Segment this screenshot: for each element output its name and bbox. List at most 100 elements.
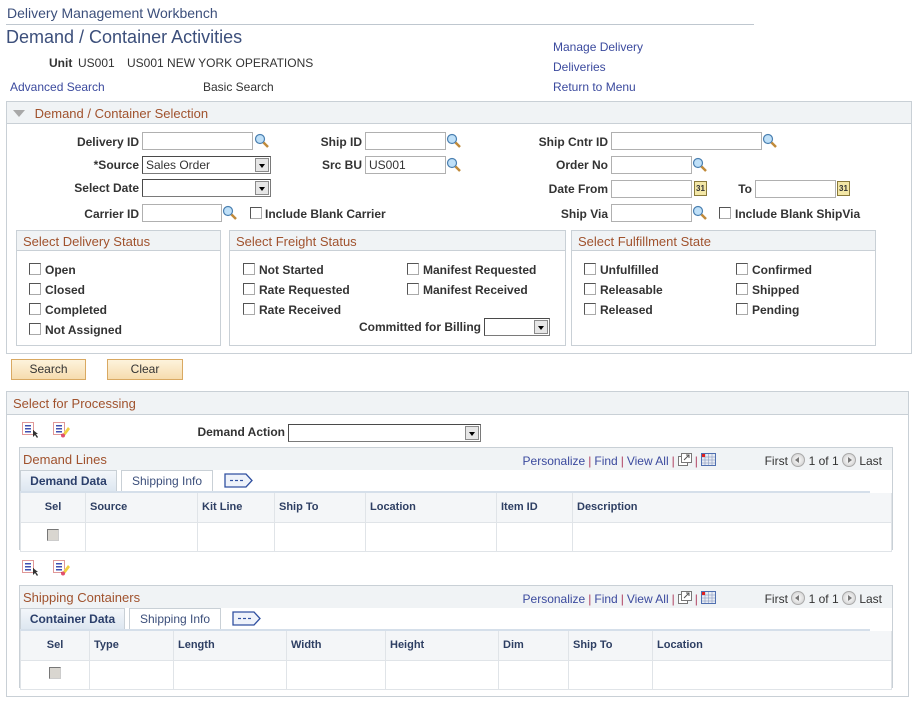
view-all-link[interactable]: View All bbox=[627, 592, 669, 606]
fulfillment-pending-checkbox[interactable] bbox=[736, 303, 748, 315]
row-select-checkbox[interactable] bbox=[47, 529, 59, 541]
kit-line-cell bbox=[197, 521, 275, 552]
download-excel-icon[interactable] bbox=[700, 453, 716, 466]
previous-row-icon[interactable] bbox=[791, 453, 806, 467]
ship-cntr-id-input[interactable] bbox=[611, 132, 762, 150]
item-id-cell bbox=[496, 521, 573, 552]
location-cell bbox=[365, 521, 497, 552]
next-row-icon[interactable] bbox=[841, 591, 856, 605]
deselect-all-icon[interactable] bbox=[53, 422, 71, 438]
shipping-containers-title-text: Shipping Containers bbox=[23, 590, 141, 605]
ship-id-lookup-icon[interactable] bbox=[446, 133, 462, 149]
demand-lines-table: Sel Source Kit Line Ship To Location Ite… bbox=[20, 493, 892, 552]
find-link[interactable]: Find bbox=[594, 592, 617, 606]
order-no-lookup-icon[interactable] bbox=[692, 157, 708, 173]
first-label: First bbox=[764, 454, 788, 468]
type-cell bbox=[89, 659, 174, 690]
ship-via-input[interactable] bbox=[611, 204, 692, 222]
committed-for-billing-label: Committed for Billing bbox=[359, 320, 481, 334]
freight-not-started-checkbox[interactable] bbox=[243, 263, 255, 275]
include-blank-carrier-label: Include Blank Carrier bbox=[265, 207, 386, 221]
select-date-select[interactable] bbox=[142, 179, 271, 197]
selection-title: Demand / Container Selection bbox=[34, 106, 209, 121]
ship-cntr-id-lookup-icon[interactable] bbox=[762, 133, 778, 149]
date-from-input[interactable] bbox=[611, 180, 692, 198]
src-bu-input[interactable]: US001 bbox=[365, 156, 446, 174]
deselect-all-icon[interactable] bbox=[53, 560, 71, 576]
status-closed-checkbox[interactable] bbox=[29, 283, 41, 295]
find-link[interactable]: Find bbox=[594, 454, 617, 468]
selection-header[interactable]: Demand / Container Selection bbox=[7, 102, 911, 124]
personalize-link[interactable]: Personalize bbox=[523, 592, 586, 606]
delivery-id-input[interactable] bbox=[142, 132, 253, 150]
status-open-checkbox[interactable] bbox=[29, 263, 41, 275]
return-to-menu-link[interactable]: Return to Menu bbox=[553, 80, 636, 94]
tab-shipping-info[interactable]: Shipping Info bbox=[129, 608, 221, 630]
fulfillment-releasable-checkbox[interactable] bbox=[584, 283, 596, 295]
carrier-id-input[interactable] bbox=[142, 204, 222, 222]
status-completed-checkbox[interactable] bbox=[29, 303, 41, 315]
include-blank-carrier-checkbox[interactable] bbox=[250, 207, 262, 219]
committed-for-billing-select[interactable] bbox=[484, 318, 550, 336]
demand-lines-title-text: Demand Lines bbox=[23, 452, 107, 467]
fulfillment-released-checkbox[interactable] bbox=[584, 303, 596, 315]
select-all-icon[interactable] bbox=[22, 560, 40, 576]
source-select[interactable]: Sales Order bbox=[142, 156, 271, 174]
order-no-label: Order No bbox=[555, 158, 608, 172]
fulfillment-unfulfilled-checkbox[interactable] bbox=[584, 263, 596, 275]
select-all-icon[interactable] bbox=[22, 422, 40, 438]
fulfillment-shipped-checkbox[interactable] bbox=[736, 283, 748, 295]
order-no-input[interactable] bbox=[611, 156, 692, 174]
deliveries-link[interactable]: Deliveries bbox=[553, 60, 606, 74]
previous-row-icon[interactable] bbox=[791, 591, 806, 605]
column-header-source: Source bbox=[85, 493, 198, 523]
breadcrumb-title: Delivery Management Workbench bbox=[7, 5, 218, 21]
fulfillment-confirmed-checkbox[interactable] bbox=[736, 263, 748, 275]
column-header-location: Location bbox=[652, 631, 892, 661]
carrier-id-lookup-icon[interactable] bbox=[222, 205, 238, 221]
download-excel-icon[interactable] bbox=[700, 591, 716, 604]
dropdown-arrow-icon[interactable] bbox=[534, 320, 548, 334]
personalize-link[interactable]: Personalize bbox=[523, 454, 586, 468]
manage-delivery-link[interactable]: Manage Delivery bbox=[553, 40, 643, 54]
zoom-grid-icon[interactable] bbox=[677, 591, 692, 604]
freight-manifest-requested-checkbox[interactable] bbox=[407, 263, 419, 275]
zoom-grid-icon[interactable] bbox=[677, 453, 692, 466]
date-to-calendar-icon[interactable]: 31 bbox=[837, 181, 850, 196]
tab-demand-data[interactable]: Demand Data bbox=[20, 470, 117, 492]
advanced-search-link[interactable]: Advanced Search bbox=[10, 80, 105, 94]
dropdown-arrow-icon[interactable] bbox=[255, 158, 269, 172]
dropdown-arrow-icon[interactable] bbox=[255, 181, 269, 195]
date-to-input[interactable] bbox=[755, 180, 836, 198]
status-completed-label: Completed bbox=[45, 303, 108, 317]
freight-rate-requested-checkbox[interactable] bbox=[243, 283, 255, 295]
dropdown-arrow-icon[interactable] bbox=[465, 426, 479, 440]
freight-not-started-label: Not Started bbox=[259, 263, 324, 277]
row-select-checkbox[interactable] bbox=[49, 667, 61, 679]
ship-via-lookup-icon[interactable] bbox=[692, 205, 708, 221]
include-blank-shipvia-checkbox[interactable] bbox=[719, 207, 731, 219]
processing-title: Select for Processing bbox=[7, 392, 908, 415]
src-bu-lookup-icon[interactable] bbox=[446, 157, 462, 173]
show-all-columns-icon[interactable] bbox=[232, 611, 262, 626]
status-open-label: Open bbox=[45, 263, 76, 277]
delivery-id-lookup-icon[interactable] bbox=[254, 133, 270, 149]
ship-via-label: Ship Via bbox=[560, 207, 608, 221]
search-button[interactable]: Search bbox=[11, 359, 86, 380]
next-row-icon[interactable] bbox=[841, 453, 856, 467]
status-not-assigned-checkbox[interactable] bbox=[29, 323, 41, 335]
clear-button[interactable]: Clear bbox=[107, 359, 183, 380]
freight-manifest-received-checkbox[interactable] bbox=[407, 283, 419, 295]
tab-shipping-info[interactable]: Shipping Info bbox=[121, 470, 213, 492]
column-header-sel: Sel bbox=[20, 631, 90, 661]
tab-container-data[interactable]: Container Data bbox=[20, 608, 125, 630]
view-all-link[interactable]: View All bbox=[627, 454, 669, 468]
freight-rate-received-checkbox[interactable] bbox=[243, 303, 255, 315]
show-all-columns-icon[interactable] bbox=[224, 473, 254, 488]
freight-manifest-received-label: Manifest Received bbox=[423, 283, 528, 297]
date-from-calendar-icon[interactable]: 31 bbox=[694, 181, 707, 196]
collapse-triangle-icon[interactable] bbox=[13, 110, 25, 117]
demand-action-select[interactable] bbox=[288, 424, 481, 442]
row-range: 1 of 1 bbox=[808, 454, 839, 468]
ship-id-input[interactable] bbox=[365, 132, 446, 150]
